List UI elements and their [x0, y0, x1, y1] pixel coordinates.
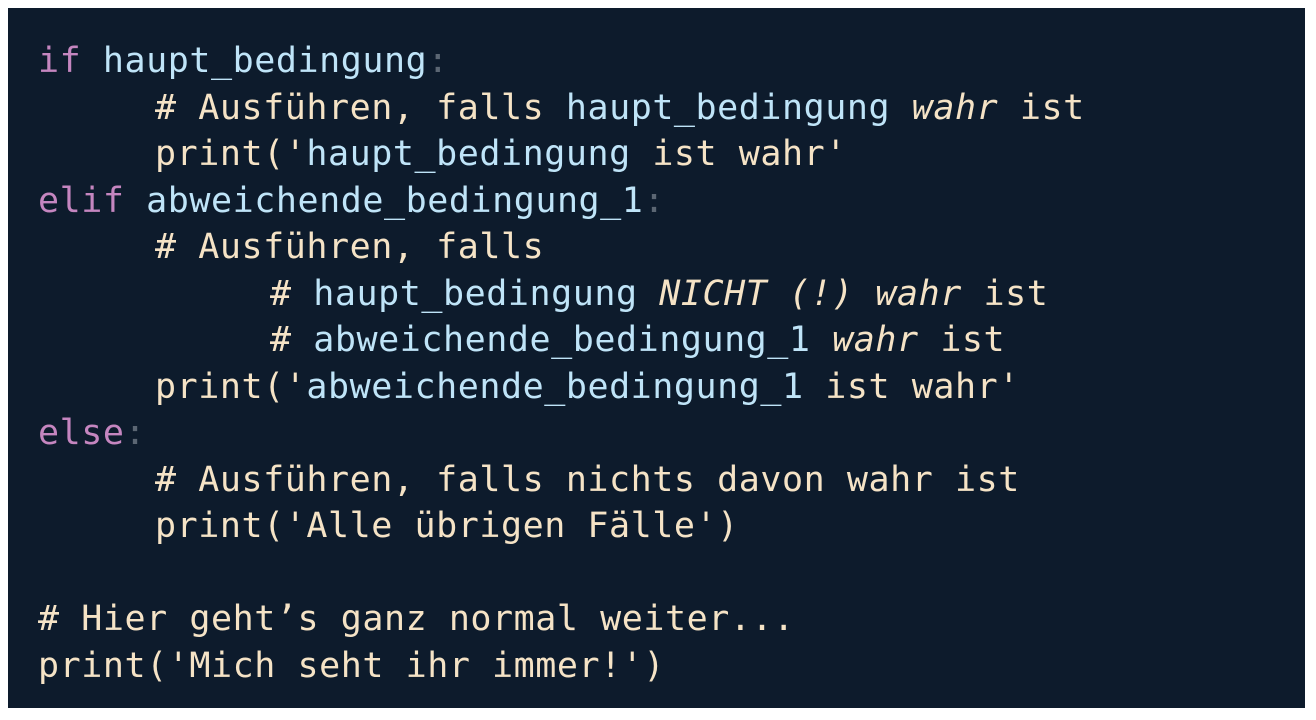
comment-text: # Ausführen, falls: [155, 87, 566, 128]
code-line-comment: # Hier geht’s ganz normal weiter...: [38, 596, 1305, 643]
code-line-comment: # haupt_bedingung NICHT (!) wahr ist: [38, 271, 1305, 318]
string-variable: haupt_bedingung: [306, 134, 631, 174]
comment-variable: abweichende_bedingung_1: [313, 320, 811, 360]
code-line-if: if haupt_bedingung:: [38, 38, 1305, 85]
comment-text: # Ausführen, falls nichts davon wahr ist: [155, 459, 1020, 500]
comment-text: # Hier geht’s ganz normal weiter...: [38, 599, 795, 639]
comment-italic: wahr: [832, 320, 919, 360]
comment-text: ist: [1019, 87, 1085, 128]
comment-italic: NICHT (!) wahr: [659, 273, 962, 314]
string-text: ist wahr': [825, 366, 1020, 407]
condition-name: haupt_bedingung: [102, 41, 428, 81]
print-call: print('Alle übrigen Fälle'): [155, 506, 739, 546]
comment-variable: haupt_bedingung: [565, 87, 891, 128]
colon: :: [643, 180, 666, 221]
code-line-elif: elif abweichende_bedingung_1:: [38, 178, 1305, 225]
print-call: print(': [155, 366, 307, 407]
string-text: ist wahr': [652, 134, 847, 174]
comment-text: # Ausführen, falls: [155, 227, 545, 267]
keyword-if: if: [38, 41, 82, 81]
comment-text: #: [270, 273, 314, 314]
code-line-comment: # Ausführen, falls haupt_bedingung wahr …: [38, 85, 1305, 132]
comment-text: #: [270, 320, 314, 360]
comment-text: ist: [983, 273, 1049, 314]
code-line-comment: # Ausführen, falls: [38, 224, 1305, 271]
keyword-elif: elif: [38, 180, 125, 221]
code-line-print: print('Mich seht ihr immer!'): [38, 643, 1305, 690]
code-line-print: print('Alle übrigen Fälle'): [38, 503, 1305, 550]
print-call: print('Mich seht ihr immer!'): [38, 645, 666, 686]
colon: :: [427, 41, 449, 81]
colon: :: [124, 413, 147, 453]
comment-italic: wahr: [911, 87, 999, 128]
code-line-else: else:: [38, 410, 1305, 457]
condition-name: abweichende_bedingung_1: [146, 180, 644, 221]
code-line-print: print('abweichende_bedingung_1 ist wahr': [38, 364, 1305, 411]
comment-variable: haupt_bedingung: [313, 273, 638, 314]
comment-text: ist: [940, 320, 1006, 360]
print-call: print(': [155, 134, 307, 174]
keyword-else: else: [38, 413, 125, 453]
code-line-comment: # Ausführen, falls nichts davon wahr ist: [38, 457, 1305, 504]
string-variable: abweichende_bedingung_1: [306, 366, 804, 407]
code-line-print: print('haupt_bedingung ist wahr': [38, 131, 1305, 178]
code-panel: if haupt_bedingung: # Ausführen, falls h…: [8, 8, 1305, 708]
code-line-comment: # abweichende_bedingung_1 wahr ist: [38, 317, 1305, 364]
